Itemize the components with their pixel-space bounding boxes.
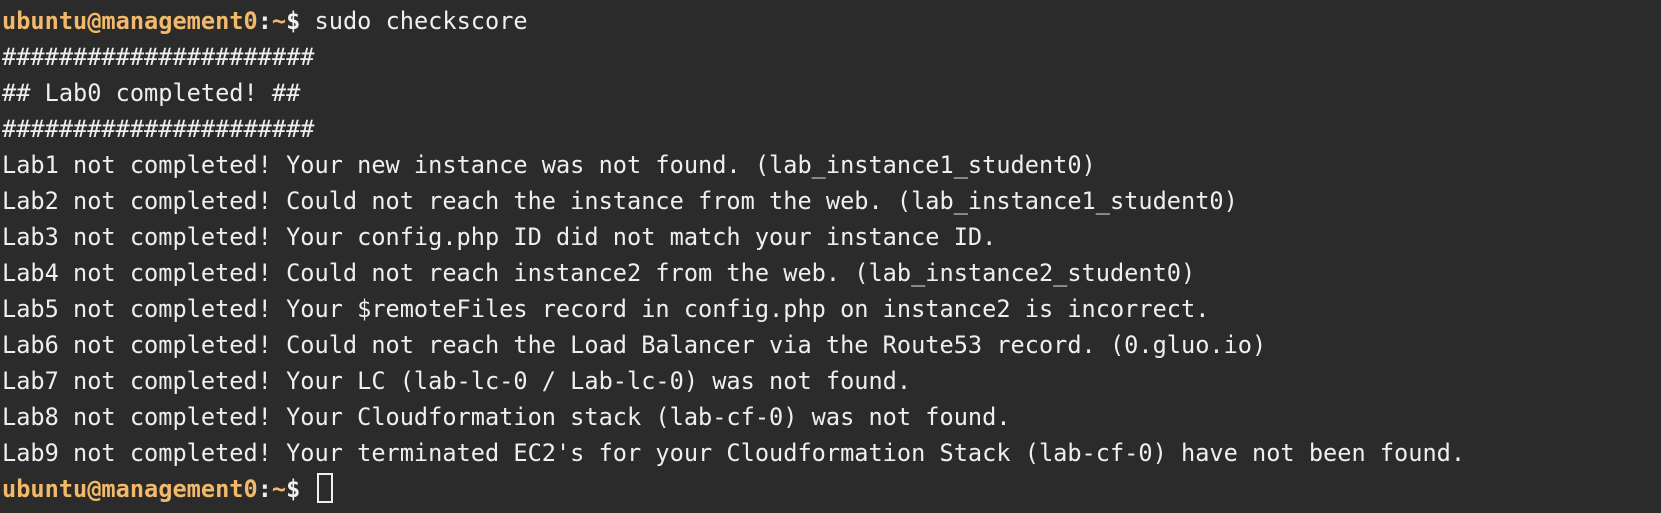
output-line-4: Lab2 not completed! Could not reach the … [2,187,1238,215]
output-line-5: Lab3 not completed! Your config.php ID d… [2,223,997,251]
terminal-window[interactable]: ubuntu@management0:~$ sudo checkscore ##… [0,0,1661,513]
output-line-9: Lab7 not completed! Your LC (lab-lc-0 / … [2,367,912,395]
output-line-3: Lab1 not completed! Your new instance wa… [2,151,1096,179]
terminal-output: ubuntu@management0:~$ sudo checkscore ##… [2,3,1465,507]
active-prompt-line[interactable]: ubuntu@management0:~$ [2,471,1465,507]
command-text: sudo checkscore [300,7,528,35]
prompt-separator: : [257,475,272,503]
output-line-6: Lab4 not completed! Could not reach inst… [2,259,1196,287]
output-line-10: Lab8 not completed! Your Cloudformation … [2,403,1011,431]
prompt-user-host: ubuntu@management0 [2,7,258,35]
text-cursor[interactable] [316,473,333,503]
output-line-11: Lab9 not completed! Your terminated EC2'… [2,439,1466,467]
prompt-symbol: $ [286,7,301,35]
prompt-user-host: ubuntu@management0 [2,475,258,503]
output-line-0: ###################### [2,43,315,71]
prompt-separator: : [257,7,272,35]
prompt-symbol: $ [286,475,301,503]
prompt-path: ~ [271,475,287,503]
output-line-7: Lab5 not completed! Your $remoteFiles re… [2,295,1210,323]
output-line-1: ## Lab0 completed! ## [2,79,301,107]
output-line-2: ###################### [2,115,315,143]
prompt-path: ~ [271,7,287,35]
output-line-8: Lab6 not completed! Could not reach the … [2,331,1267,359]
command-line: ubuntu@management0:~$ sudo checkscore [2,3,1465,39]
